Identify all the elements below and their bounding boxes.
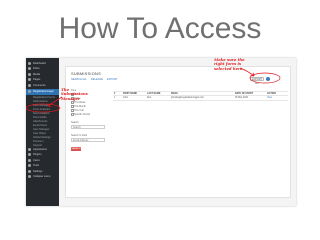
sidebar-item-label: Users [33,158,40,162]
link-release[interactable]: RELEASE [91,78,103,81]
col-last-name: LAST NAME [147,93,161,95]
cell-email: johndoe@registrationmagic.com [171,97,204,99]
pin-icon [28,67,31,70]
cell-first-name: John [123,97,128,99]
sidebar-item[interactable]: Tools [28,164,58,168]
sidebar-item[interactable]: Comments [28,83,58,87]
link-search-all[interactable]: SEARCH ALL [71,78,87,81]
sidebar-item[interactable]: Plugins [28,153,58,157]
sidebar-item[interactable]: Settings [28,169,58,173]
media-icon [28,72,31,76]
sidebar-item[interactable]: Dashboard [28,61,58,65]
sidebar-item-label: Settings [33,169,43,173]
form-selector-button[interactable]: EXPORT ALL [250,77,264,85]
sidebar-item-label: Pages [33,78,41,81]
sidebar-item-label: Comments [33,83,46,87]
time-option-week: This Week [74,101,86,104]
field-label: Search In Field [71,134,88,137]
slide-title: How To Access [58,12,262,45]
form-icon [28,90,31,93]
sidebar-item[interactable]: Collapse menu [28,175,58,179]
link-export[interactable]: EXPORT [107,78,118,81]
admin-main-area: SUBMISSIONS SEARCH ALL RELEASE EXPORT EX… [59,58,296,206]
admin-screenshot: Dashboard Posts Media Pages Comments Registra… [26,58,296,206]
sidebar-item[interactable]: Pages [28,78,58,82]
page-icon [28,78,31,81]
cell-last-name: Doe [147,97,152,99]
sidebar-item[interactable]: Users [28,158,58,162]
sidebar-item-label: Appearance [33,147,47,151]
view-link[interactable]: View [267,97,272,99]
cell-date: 25 Mar 2016 [235,97,248,99]
sidebar-item-label: Registrationmagic [33,90,54,93]
form-selection-note: Make sure the right form is selected her… [214,58,245,71]
sidebar-item-label: Collapse menu [33,175,51,178]
sidebar-item-label: Posts [33,67,40,70]
col-first-name: FIRST NAME [123,93,138,95]
col-email: EMAIL [171,93,179,95]
comment-icon [28,83,31,87]
field-select[interactable]: Email Address [71,138,105,142]
search-button[interactable]: SEARCH [71,147,81,151]
sidebar-item[interactable]: Registrationmagic [26,88,59,95]
table-row[interactable]: 1 John Doe johndoe@registrationmagic.com… [113,96,288,101]
plugin-icon [28,153,31,156]
submissions-panel: SUBMISSIONS SEARCH ALL RELEASE EXPORT EX… [65,66,291,198]
time-option-period: Specific Period [74,113,90,116]
col-action: ACTION [267,93,276,95]
dashboard-icon [28,61,31,65]
sidebar-item[interactable]: Media [28,72,58,76]
user-icon [28,158,31,162]
time-option-year: This Year [74,109,84,112]
sidebar-item[interactable]: Posts [28,67,58,71]
dropdown-icon[interactable] [266,77,270,81]
admin-sidebar: Dashboard Posts Media Pages Comments Registra… [26,58,59,206]
brush-icon [28,147,31,151]
submissions-manager-note: The Submissions Manager [61,87,88,101]
sidebar-item-label: Dashboard [33,61,46,65]
cell-num: 1 [114,97,116,99]
search-input[interactable]: Search [71,125,105,129]
panel-title: SUBMISSIONS [71,71,101,76]
wrench-icon [28,164,31,167]
col-num: # [114,93,116,95]
sidebar-item-label: Tools [33,164,40,167]
col-date: DATE OF ENTRY [235,93,254,95]
gear-icon [28,169,31,173]
sidebar-item-label: Media [33,72,41,76]
sidebar-item-label: Plugins [33,153,42,156]
collapse-icon [28,175,31,178]
search-label: Search [71,121,79,124]
panel-links: SEARCH ALL RELEASE EXPORT [71,78,118,81]
time-option-month: This Month [74,105,86,108]
sidebar-item[interactable]: Appearance [28,147,58,151]
